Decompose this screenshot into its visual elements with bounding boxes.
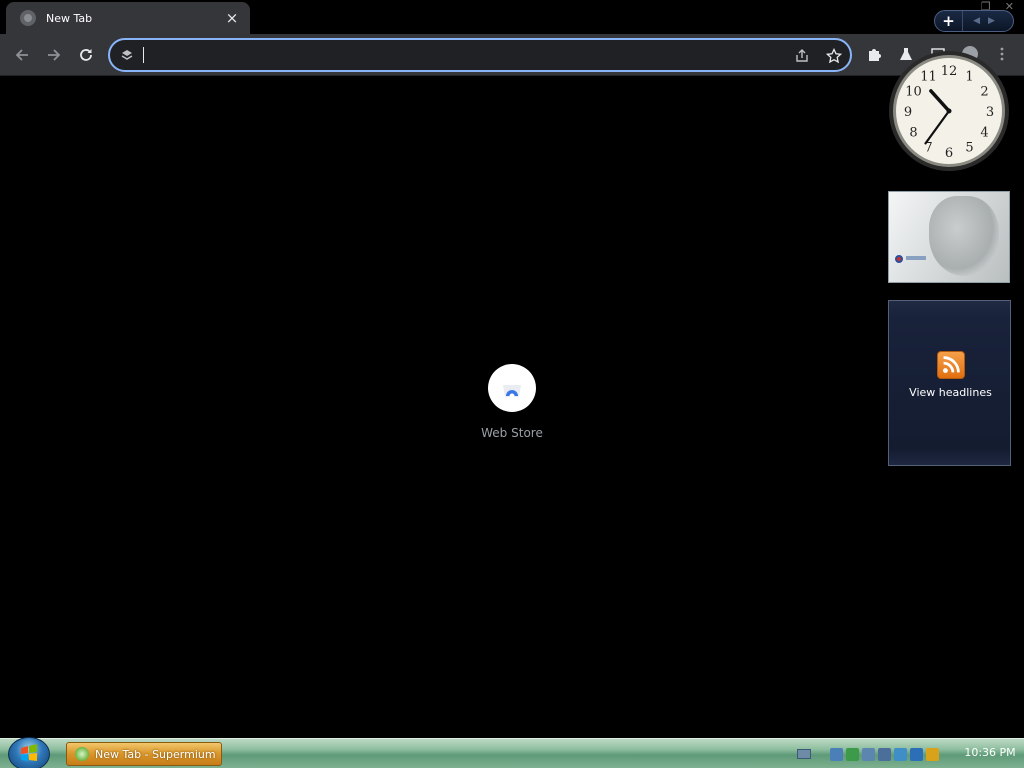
browser-toolbar [0, 34, 1024, 76]
gadget-toolbar: + ◀▶ [934, 10, 1014, 32]
clock-numeral: 10 [905, 85, 922, 100]
web-store-label: Web Store [481, 426, 543, 440]
clock-numeral: 12 [941, 64, 958, 79]
clock-gadget[interactable]: 12 1234567891011 [888, 50, 1010, 172]
tray-icon[interactable] [910, 747, 923, 761]
tray-icon[interactable] [830, 747, 843, 761]
clock-numeral: 1 [965, 70, 973, 85]
reload-icon [80, 49, 92, 61]
forward-button[interactable] [41, 42, 67, 68]
windows-flag-icon [21, 744, 37, 761]
slideshow-image [929, 196, 999, 276]
tray-icon[interactable] [846, 747, 859, 761]
keyboard-icon[interactable] [797, 749, 811, 759]
add-gadget-button[interactable]: + [935, 11, 963, 31]
windows-orb-icon[interactable] [8, 737, 50, 768]
clock-numeral: 4 [980, 126, 988, 141]
web-store-shortcut[interactable]: Web Store [472, 364, 552, 444]
globe-icon [20, 10, 36, 26]
forward-arrow-icon [48, 49, 61, 61]
clock-numeral: 6 [945, 146, 953, 161]
taskbar-button-supermium[interactable]: New Tab - Supermium [66, 742, 222, 766]
slideshow-logo [895, 255, 903, 263]
slideshow-logo-mark [906, 256, 926, 260]
star-icon [826, 48, 842, 64]
tray-icon[interactable] [862, 747, 875, 761]
clock-numeral: 5 [965, 141, 973, 156]
system-tray [830, 743, 958, 765]
taskbar-clock[interactable]: 10:36 PM [960, 746, 1020, 759]
tab-new-tab[interactable]: New Tab × [6, 2, 250, 34]
close-icon[interactable]: × [224, 10, 240, 26]
clock-numeral: 3 [986, 105, 994, 120]
omnibox[interactable] [108, 38, 852, 72]
slideshow-gadget[interactable] [888, 191, 1010, 283]
text-caret [143, 47, 144, 63]
headlines-gadget[interactable]: View headlines [888, 300, 1011, 466]
tray-icon[interactable] [894, 747, 907, 761]
bookmark-button[interactable] [824, 46, 844, 66]
reload-button[interactable] [73, 42, 99, 68]
rss-icon [937, 351, 965, 379]
back-arrow-icon [15, 49, 28, 61]
back-button[interactable] [9, 42, 35, 68]
omnibox-input[interactable] [142, 44, 782, 66]
google-lens-icon [121, 50, 133, 60]
chrome-web-store-icon [503, 385, 521, 399]
clock-numeral: 11 [920, 70, 937, 85]
tray-icon[interactable] [926, 747, 939, 761]
tab-title: New Tab [46, 11, 93, 25]
view-headlines-link[interactable]: View headlines [889, 386, 1012, 399]
puzzle-icon [869, 49, 881, 61]
taskbar-button-label: New Tab - Supermium [95, 747, 216, 761]
clock-numeral: 9 [904, 105, 912, 120]
share-icon [796, 49, 808, 62]
share-button[interactable] [792, 46, 812, 66]
supermium-icon [75, 747, 89, 761]
tab-strip: New Tab × ▁ ❐ ✕ [0, 0, 1024, 34]
extensions-button[interactable] [862, 42, 886, 66]
gadget-nav-arrows[interactable]: ◀▶ [963, 16, 1013, 26]
web-store-tile[interactable] [488, 364, 536, 412]
clock-numeral: 8 [909, 126, 917, 141]
desktop: New Tab × ▁ ❐ ✕ + ◀▶ 12 1 2 3 4 5 6 7 8 … [0, 0, 1024, 768]
clock-numeral: 2 [980, 85, 988, 100]
taskbar: New Tab - Supermium 10:36 PM [0, 737, 1024, 768]
tray-icon[interactable] [878, 747, 891, 761]
